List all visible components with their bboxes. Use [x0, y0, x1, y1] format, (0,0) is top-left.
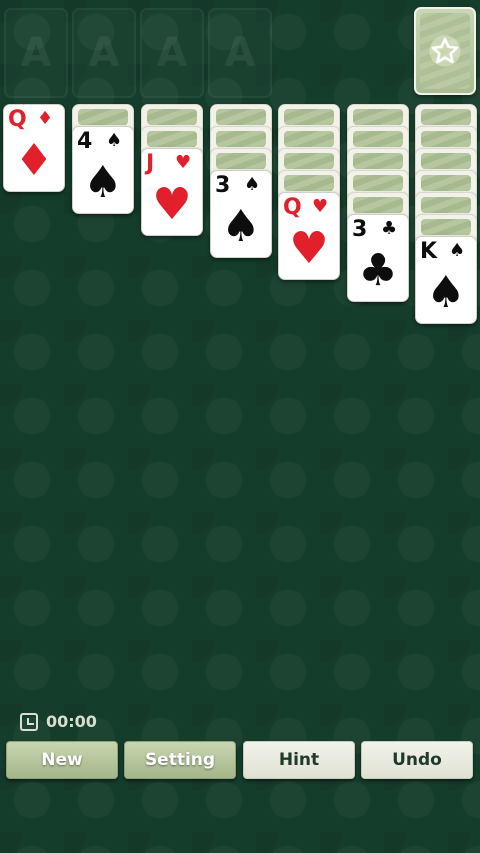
tableau-card-4[interactable]: 3 ♠ ♠ — [210, 170, 272, 258]
tableau-card-5[interactable]: Q ♥ ♥ — [278, 192, 340, 280]
stock-pile[interactable] — [414, 7, 476, 95]
card-rank: J — [146, 151, 155, 176]
card-rank: 4 — [77, 129, 93, 154]
foundation-slot-2[interactable]: A — [72, 8, 136, 98]
foundation-label: A — [88, 30, 120, 76]
card-suit-small: ♣ — [381, 218, 398, 239]
foundation-label: A — [20, 30, 52, 76]
card-suit-large: ♦ — [14, 135, 54, 186]
undo-button[interactable]: Undo — [361, 741, 473, 779]
card-suit-large: ♥ — [289, 223, 329, 274]
card-suit-large: ♠ — [426, 267, 466, 318]
card-rank: 3 — [215, 173, 231, 198]
card-suit-small: ♥ — [312, 196, 329, 217]
tableau-card-1[interactable]: Q ♦ ♦ — [3, 104, 65, 192]
tableau-card-3[interactable]: J ♥ ♥ — [141, 148, 203, 236]
foundation-label: A — [224, 30, 256, 76]
star-icon — [429, 35, 461, 67]
foundation-slot-3[interactable]: A — [140, 8, 204, 98]
timer-value: 00:00 — [46, 712, 97, 731]
card-suit-large: ♥ — [152, 179, 192, 230]
card-suit-small: ♦ — [37, 108, 54, 129]
card-suit-large: ♣ — [358, 245, 398, 296]
card-rank: Q — [8, 107, 27, 132]
clock-icon — [20, 712, 38, 731]
foundation-label: A — [156, 30, 188, 76]
card-suit-large: ♠ — [221, 201, 261, 252]
stock-card-back — [420, 13, 470, 89]
new-game-button[interactable]: New — [6, 741, 118, 779]
card-suit-small: ♠ — [449, 240, 466, 261]
foundation-slot-4[interactable]: A — [208, 8, 272, 98]
card-suit-small: ♥ — [175, 152, 192, 173]
card-suit-large: ♠ — [83, 157, 123, 208]
setting-button[interactable]: Setting — [124, 741, 236, 779]
tableau-card-7[interactable]: K ♠ ♠ — [415, 236, 477, 324]
card-suit-small: ♠ — [106, 130, 123, 151]
card-rank: Q — [283, 195, 302, 220]
card-rank: 3 — [352, 217, 368, 242]
hint-button[interactable]: Hint — [243, 741, 355, 779]
tableau-card-2[interactable]: 4 ♠ ♠ — [72, 126, 134, 214]
tableau-card-6[interactable]: 3 ♣ ♣ — [347, 214, 409, 302]
card-suit-small: ♠ — [244, 174, 261, 195]
timer: 00:00 — [20, 712, 97, 731]
foundation-slot-1[interactable]: A — [4, 8, 68, 98]
card-rank: K — [420, 239, 438, 264]
